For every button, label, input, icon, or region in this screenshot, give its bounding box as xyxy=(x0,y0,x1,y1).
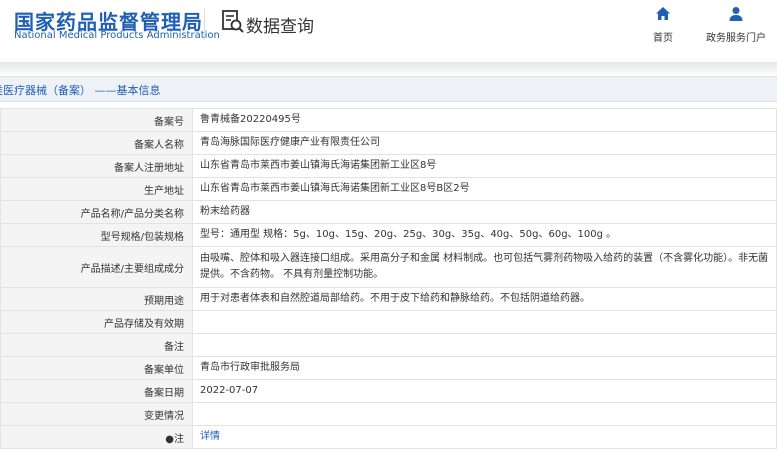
table-row: 备案单位 青岛市行政审批服务局 xyxy=(0,356,777,380)
table-row: 产品描述/主要组成成分 由吸嘴、腔体和吸入器连接口组成。采用高分子和金属 材料制… xyxy=(0,246,777,288)
field-value: 山东省青岛市莱西市姜山镇海氏海诺集团新工业区8号 xyxy=(192,154,777,178)
field-label: ●注 xyxy=(0,425,193,449)
header-shadow xyxy=(0,62,777,76)
table-row: 备案人名称 青岛海脉国际医疗健康产业有限责任公司 xyxy=(0,131,777,155)
section-header: 类医疗器械（备案） ——基本信息 xyxy=(0,76,777,102)
table-row: ●注 详情 xyxy=(0,425,777,449)
field-label: 产品名称/产品分类名称 xyxy=(0,200,193,224)
field-label: 产品存储及有效期 xyxy=(0,310,193,334)
field-value: 山东省青岛市莱西市姜山镇海氏海诺集团新工业区8号B区2号 xyxy=(192,177,777,201)
field-value: 详情 xyxy=(192,425,777,449)
field-value: 鲁青械备20220495号 xyxy=(192,108,777,132)
table-row: 备注 xyxy=(0,333,777,357)
document-search-icon xyxy=(222,10,244,38)
nav-service-label: 政务服务门户 xyxy=(706,33,766,44)
field-label: 备案单位 xyxy=(0,356,193,380)
table-row: 备案日期 2022-07-07 xyxy=(0,379,777,403)
field-label: 生产地址 xyxy=(0,177,193,201)
field-label: 备案人名称 xyxy=(0,131,193,155)
nav-home-label: 首页 xyxy=(653,33,673,44)
field-label: 预期用途 xyxy=(0,287,193,311)
field-value: 青岛市行政审批服务局 xyxy=(192,356,777,380)
field-label: 备注 xyxy=(0,333,193,357)
field-value: 青岛海脉国际医疗健康产业有限责任公司 xyxy=(192,131,777,155)
field-value: 用于对患者体表和自然腔道局部给药。不用于皮下给药和静脉给药。不包括阴道给药器。 xyxy=(192,287,777,311)
data-query-label: 数据查询 xyxy=(246,16,314,37)
field-label: 产品描述/主要组成成分 xyxy=(0,246,193,288)
data-query-heading: 数据查询 xyxy=(222,10,314,38)
field-value: 2022-07-07 xyxy=(192,379,777,403)
table-row: 产品存储及有效期 xyxy=(0,310,777,334)
field-label: 型号规格/包装规格 xyxy=(0,223,193,247)
table-row: 变更情况 xyxy=(0,402,777,426)
table-row: 型号规格/包装规格 型号：通用型 规格：5g、10g、15g、20g、25g、3… xyxy=(0,223,777,247)
field-value: 型号：通用型 规格：5g、10g、15g、20g、25g、30g、35g、40g… xyxy=(192,223,777,247)
field-label: 变更情况 xyxy=(0,402,193,426)
table-row: 备案号 鲁青械备20220495号 xyxy=(0,108,777,132)
field-label: 备案日期 xyxy=(0,379,193,403)
table-row: 产品名称/产品分类名称 粉末给药器 xyxy=(0,200,777,224)
field-value xyxy=(192,333,777,357)
field-value: 粉末给药器 xyxy=(192,200,777,224)
nav-home-link[interactable]: 首页 xyxy=(653,6,673,44)
table-row: 生产地址 山东省青岛市莱西市姜山镇海氏海诺集团新工业区8号B区2号 xyxy=(0,177,777,201)
nav-service-portal-link[interactable]: 政务服务门户 xyxy=(706,6,766,44)
field-value xyxy=(192,310,777,334)
header-divider xyxy=(204,8,205,40)
field-label: 备案号 xyxy=(0,108,193,132)
user-icon xyxy=(728,6,744,26)
field-value xyxy=(192,402,777,426)
table-row: 预期用途 用于对患者体表和自然腔道局部给药。不用于皮下给药和静脉给药。不包括阴道… xyxy=(0,287,777,311)
detail-link[interactable]: 详情 xyxy=(200,431,220,442)
field-value: 由吸嘴、腔体和吸入器连接口组成。采用高分子和金属 材料制成。也可包括气雾剂药物吸… xyxy=(192,246,777,288)
table-row: 备案人注册地址 山东省青岛市莱西市姜山镇海氏海诺集团新工业区8号 xyxy=(0,154,777,178)
site-header: 国家药品监督管理局 National Medical Products Admi… xyxy=(0,0,777,62)
section-title: 类医疗器械（备案） ——基本信息 xyxy=(0,84,161,97)
home-icon xyxy=(655,6,671,26)
field-label: 备案人注册地址 xyxy=(0,154,193,178)
record-detail-table: 备案号 鲁青械备20220495号 备案人名称 青岛海脉国际医疗健康产业有限责任… xyxy=(0,108,777,449)
site-logo-subtitle: National Medical Products Administration xyxy=(14,30,220,41)
